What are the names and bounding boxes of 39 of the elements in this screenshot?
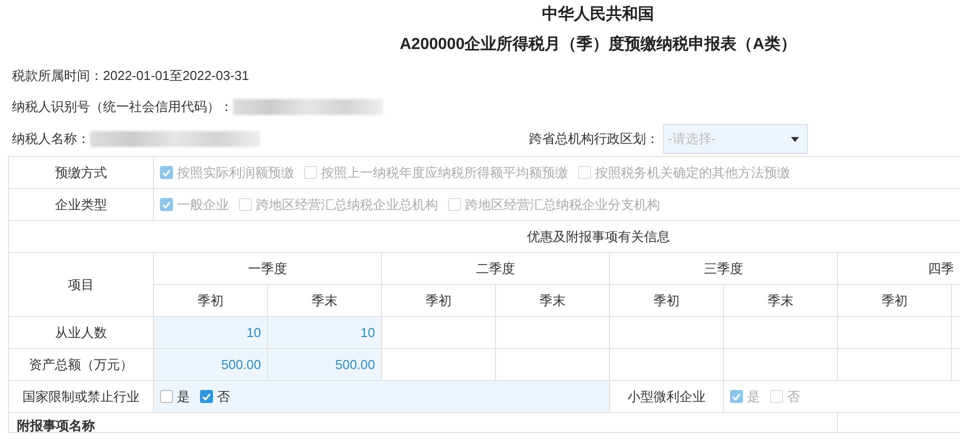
column-header: 季末: [724, 285, 838, 317]
checkbox-label: 否: [217, 388, 230, 406]
column-header: 四季: [838, 253, 960, 285]
column-header: 附报事项名称: [9, 413, 838, 433]
column-header: 季末: [496, 285, 610, 317]
input-field[interactable]: 10: [268, 317, 382, 349]
row-label: 企业类型: [9, 189, 154, 221]
period-value: 2022-01-01至2022-03-31: [103, 66, 249, 84]
row-label: 预缴方式: [9, 157, 154, 189]
caret-icon: [791, 136, 799, 142]
checkbox-label: 是: [177, 388, 190, 406]
checkbox-label: 否: [787, 388, 800, 406]
form-title: A200000企业所得税月（季）度预缴纳税申报表（A类）: [398, 34, 798, 55]
column-header: 二季度: [382, 253, 610, 285]
row-label: 小型微利企业: [610, 381, 724, 413]
region-label: 跨省总机构行政区划：: [529, 130, 659, 148]
period-label: 税款所属时间：: [12, 66, 103, 84]
input-field[interactable]: 500.00: [268, 349, 382, 381]
checkbox-label: 按照实际利润额预缴: [177, 164, 294, 182]
taxpayer-name-label: 纳税人名称：: [12, 130, 90, 148]
checkbox-label: 是: [747, 388, 760, 406]
column-header: 一季度: [154, 253, 382, 285]
checkbox-label: 跨地区经营汇总纳税企业分支机构: [465, 196, 660, 214]
checkbox-label: 按照税务机关确定的其他方法预缴: [595, 164, 790, 182]
checkbox[interactable]: [160, 390, 173, 403]
column-header: 季初: [382, 285, 496, 317]
section-title: 优惠及附报事项有关信息: [9, 221, 960, 253]
checkbox-label: 按照上一纳税年度应纳税所得额平均额预缴: [321, 164, 568, 182]
column-header: 季初: [610, 285, 724, 317]
column-header: 三季度: [610, 253, 838, 285]
input-field[interactable]: 10: [154, 317, 268, 349]
checkbox-label: 一般企业: [177, 196, 229, 214]
checkbox[interactable]: [200, 390, 213, 403]
country-title: 中华人民共和国: [541, 4, 655, 25]
input-field[interactable]: 500.00: [154, 349, 268, 381]
column-header: 季初: [838, 285, 952, 317]
column-header: 项目: [9, 253, 154, 317]
checkbox-label: 跨地区经营汇总纳税企业总机构: [256, 196, 438, 214]
taxpayer-id-label: 纳税人识别号（统一社会信用代码）：: [12, 98, 233, 116]
